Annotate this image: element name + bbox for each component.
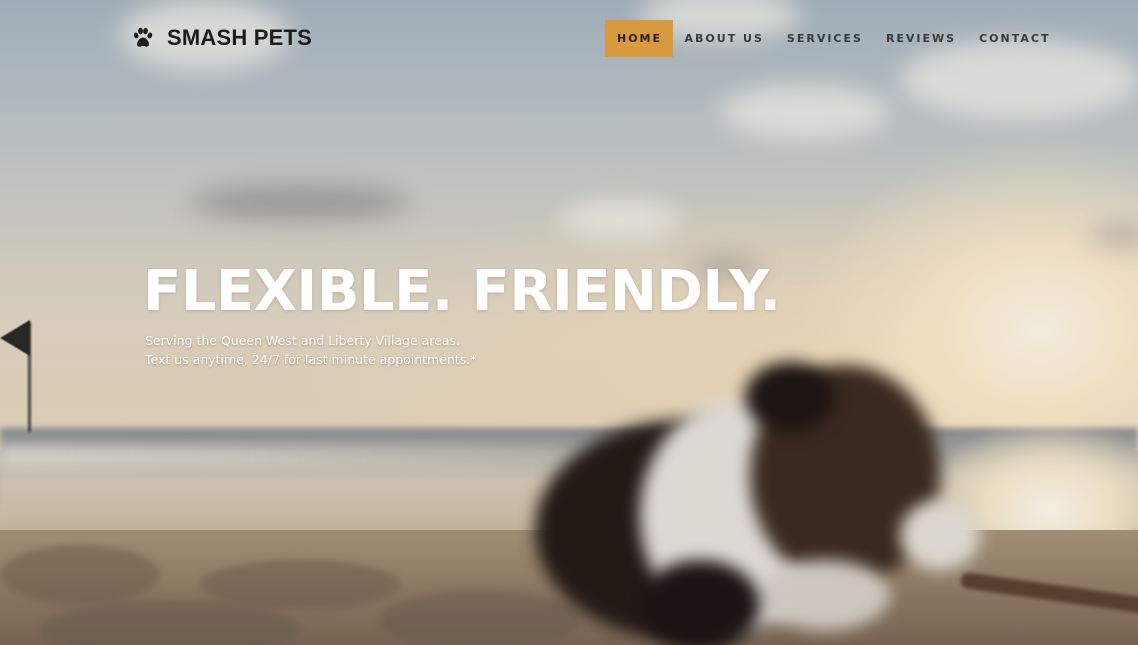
site-header: SMASH PETS HOME ABOUT US SERVICES REVIEW… <box>0 0 1138 78</box>
hero-title: FLEXIBLE. FRIENDLY. <box>143 259 781 324</box>
hero-subtitle-line: Text us anytime, 24/7 for last minute ap… <box>145 352 477 367</box>
brand-name: SMASH PETS <box>167 25 313 50</box>
main-nav: HOME ABOUT US SERVICES REVIEWS CONTACT <box>605 20 1062 57</box>
nav-item-contact[interactable]: CONTACT <box>968 20 1062 57</box>
nav-item-services[interactable]: SERVICES <box>775 20 874 57</box>
hero-subtitle-line: Serving the Queen West and Liberty Villa… <box>145 333 460 348</box>
hero-subtitle: Serving the Queen West and Liberty Villa… <box>145 331 477 369</box>
nav-item-reviews[interactable]: REVIEWS <box>874 20 967 57</box>
logo-link[interactable]: SMASH PETS <box>131 24 312 52</box>
nav-item-about-us[interactable]: ABOUT US <box>673 20 775 57</box>
paw-icon <box>133 27 153 47</box>
nav-item-home[interactable]: HOME <box>605 20 674 57</box>
